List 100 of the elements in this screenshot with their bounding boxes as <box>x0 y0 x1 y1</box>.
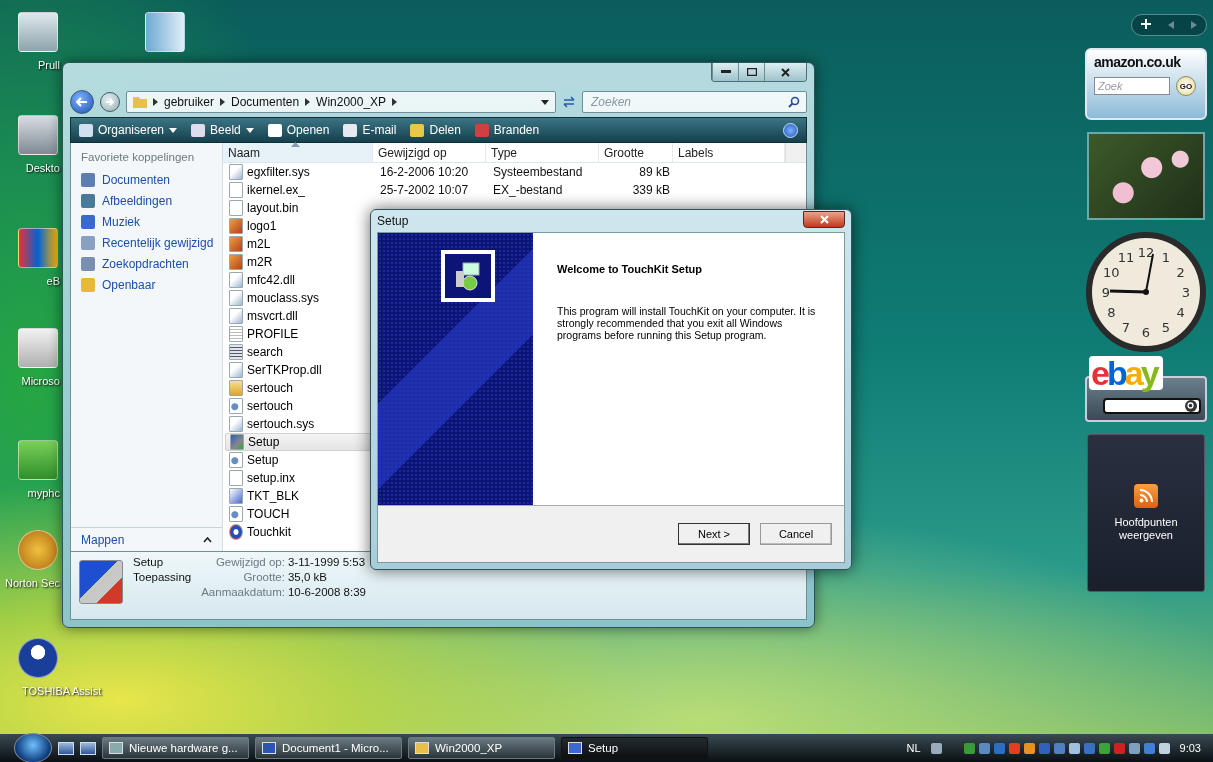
switch-windows-icon[interactable] <box>80 741 96 755</box>
breadcrumb-item[interactable]: Win2000_XP <box>316 95 387 109</box>
dropdown-icon[interactable] <box>541 99 549 105</box>
left-triangle-icon <box>1168 21 1174 29</box>
nav-link[interactable]: Openbaar <box>71 274 222 295</box>
shortcut-icon[interactable] <box>18 228 58 268</box>
gadget-logo: ebay <box>1089 356 1163 390</box>
clock-numeral: 6 <box>1141 325 1151 340</box>
close-button[interactable] <box>764 63 806 81</box>
table-cell-text: 16-2-2006 10:20 <box>379 165 470 179</box>
taskbar-button[interactable]: Win2000_XP <box>408 737 555 759</box>
file-name-cell[interactable]: egxfilter.sys <box>225 164 375 180</box>
tray-icon[interactable] <box>1068 742 1080 754</box>
nav-link[interactable]: Recentelijk gewijzigd <box>71 232 222 253</box>
nav-link[interactable]: Afbeeldingen <box>71 190 222 211</box>
file-name-cell[interactable]: TKT_BLK <box>225 488 375 504</box>
breadcrumb-item[interactable]: Documenten <box>231 95 300 109</box>
file-name-cell[interactable]: mouclass.sys <box>225 290 375 306</box>
file-name-cell[interactable]: TOUCH <box>225 506 375 522</box>
taskbar-button[interactable]: Setup <box>561 737 708 759</box>
plus-icon <box>1140 19 1151 29</box>
desktop-icon-label: TOSHIBA Assist <box>22 685 102 698</box>
breadcrumb-item[interactable]: gebruiker <box>164 95 215 109</box>
file-name-cell[interactable]: msvcrt.dll <box>225 308 375 324</box>
file-name-cell[interactable]: logo1 <box>225 218 375 234</box>
file-name-cell[interactable]: m2L <box>225 236 375 252</box>
search-icon[interactable] <box>788 96 800 108</box>
back-button[interactable] <box>70 90 94 114</box>
file-name-cell[interactable]: layout.bin <box>225 200 375 216</box>
taskbar-button[interactable]: Nieuwe hardware g... <box>102 737 249 759</box>
shortcut-icon[interactable] <box>18 638 58 678</box>
gadget-search-field[interactable]: Zoek <box>1094 77 1170 95</box>
nav-heading: Favoriete koppelingen <box>80 151 196 165</box>
file-name-cell[interactable]: PROFILE <box>225 326 375 342</box>
feed-label[interactable]: Hoofdpunten weergeven <box>1106 516 1186 542</box>
start-button[interactable] <box>14 733 52 762</box>
file-name-cell[interactable]: SerTKProp.dll <box>225 362 375 378</box>
dialog-button[interactable]: Next > <box>678 523 750 545</box>
file-name-cell[interactable]: sertouch <box>225 380 375 396</box>
nav-link[interactable]: Muziek <box>71 211 222 232</box>
clock-numeral: 9 <box>1101 285 1111 300</box>
scrollbar[interactable] <box>785 143 806 162</box>
clock-time[interactable]: 9:03 <box>1179 742 1201 754</box>
file-name-cell[interactable]: sertouch <box>225 398 375 414</box>
detail-value: 35,0 kB <box>287 571 328 583</box>
detail-label: Aanmaakdatum: <box>201 586 285 598</box>
toolbar-button[interactable]: E-mail <box>343 121 397 139</box>
tray-icon[interactable] <box>963 742 975 754</box>
toolbar-button[interactable]: Branden <box>474 121 540 139</box>
caret-icon <box>169 127 178 133</box>
nav-link[interactable]: Documenten <box>71 169 222 190</box>
close-button[interactable] <box>803 210 845 228</box>
taskbar-button[interactable]: Document1 - Micro... <box>255 737 402 759</box>
file-name-cell[interactable]: m2R <box>225 254 375 270</box>
search-icon[interactable] <box>1185 400 1197 412</box>
tray-icon[interactable] <box>1128 742 1140 754</box>
chevron-icon <box>305 98 311 106</box>
toolbar-button[interactable]: Delen <box>410 121 461 139</box>
keyboard-icon[interactable] <box>930 742 942 754</box>
forward-button[interactable] <box>100 92 120 112</box>
file-name-cell[interactable]: search <box>225 344 375 360</box>
show-desktop-icon[interactable] <box>58 741 74 755</box>
dialog-button[interactable]: Cancel <box>760 523 832 545</box>
right-triangle-icon <box>1191 21 1198 29</box>
toolbar-button[interactable]: Openen <box>267 121 330 139</box>
minimize-button[interactable] <box>712 63 738 81</box>
help-icon[interactable] <box>783 122 798 138</box>
table-cell-text: 25-7-2002 10:07 <box>379 183 470 197</box>
tray-icon[interactable] <box>1098 742 1110 754</box>
clock-numeral: 7 <box>1121 319 1131 335</box>
file-name-cell[interactable]: sertouch.sys <box>225 416 375 432</box>
tray-icon[interactable] <box>978 742 990 754</box>
toolbar-button[interactable]: Beeld <box>191 121 254 139</box>
next-button[interactable] <box>1191 18 1198 32</box>
previous-button[interactable] <box>1168 18 1174 32</box>
chevron-icon <box>220 98 226 106</box>
address-bar[interactable]: gebruiker Documenten Win2000_XP <box>126 91 556 113</box>
refresh-icon[interactable] <box>562 96 576 108</box>
table-cell-text: EX_-bestand <box>492 183 564 197</box>
maximize-button[interactable] <box>738 63 764 81</box>
file-name-cell[interactable]: setup.inx <box>225 470 375 486</box>
add-gadget-button[interactable] <box>1140 18 1151 32</box>
gadget-search-field[interactable] <box>1103 398 1201 414</box>
file-name-cell[interactable]: Setup <box>225 452 375 468</box>
desktop-icon-label: Microso <box>20 375 60 388</box>
window-title: Setup <box>377 214 409 228</box>
nav-link[interactable]: Zoekopdrachten <box>71 253 222 274</box>
language-indicator[interactable]: NL <box>906 742 921 754</box>
search-input[interactable]: Zoeken <box>589 94 784 110</box>
go-button[interactable]: GO <box>1176 76 1196 96</box>
file-name-cell[interactable]: mfc42.dll <box>225 272 375 288</box>
toolbar-button[interactable]: Organiseren <box>79 121 178 139</box>
folders-toggle[interactable]: Mappen <box>71 527 222 551</box>
search-field[interactable]: Zoeken <box>582 91 807 113</box>
file-name-cell[interactable]: ikernel.ex_ <box>225 182 375 198</box>
column-header[interactable]: Naam <box>223 143 373 162</box>
tray-icon[interactable] <box>1023 742 1035 754</box>
detail-value: 3-11-1999 5:53 <box>287 556 366 568</box>
tray-icon[interactable] <box>1158 742 1170 754</box>
file-name-cell[interactable]: Touchkit <box>225 524 375 540</box>
